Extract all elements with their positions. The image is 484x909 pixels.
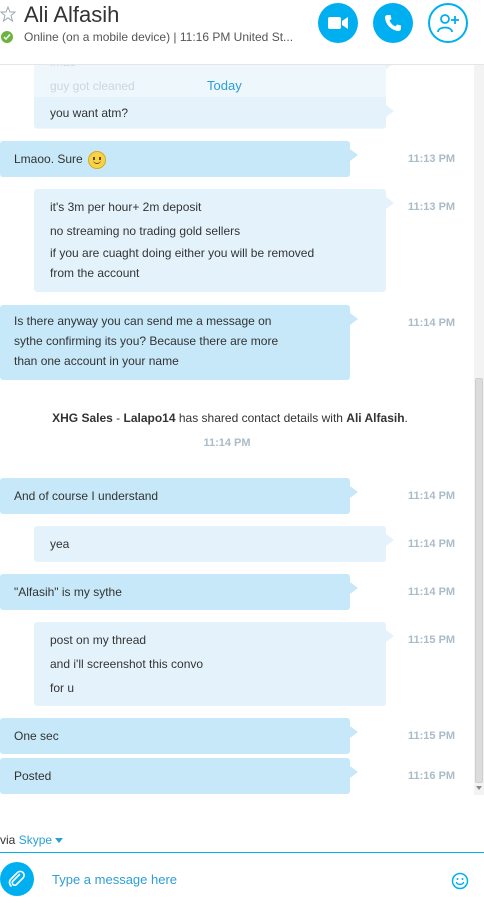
message-text: from the account	[50, 266, 140, 280]
message-text: Posted	[14, 769, 52, 783]
message-timestamp: 11:13 PM	[408, 201, 456, 213]
via-prefix: via	[0, 833, 19, 847]
message-text: And of course I understand	[14, 489, 159, 503]
emoticon-icon[interactable]	[451, 872, 469, 890]
message-text: Is there anyway you can send me a messag…	[14, 314, 272, 328]
message-bubble-incoming: Lmaoo. Sure	[0, 141, 358, 177]
smiley-icon	[88, 150, 107, 169]
notice-separator: -	[112, 411, 124, 425]
message-timestamp: 11:16 PM	[408, 770, 456, 782]
message-bubble-incoming: Is there anyway you can send me a messag…	[0, 305, 358, 380]
message-bubble-incoming: "Alfasih" is my sythe	[0, 574, 358, 610]
message-timestamp: 11:14 PM	[408, 317, 456, 329]
notice-target: Ali Alfasih	[346, 411, 405, 425]
message-timestamp: 11:14 PM	[408, 538, 456, 550]
scroll-down-arrow-icon[interactable]	[475, 783, 483, 793]
attach-button[interactable]	[0, 862, 34, 896]
notice-end: .	[404, 411, 408, 425]
message-text: you want atm?	[50, 106, 129, 120]
chat-scrollbar[interactable]	[474, 65, 484, 795]
notice-sender: XHG Sales	[52, 411, 113, 425]
message-bubble-incoming: Posted	[0, 758, 358, 794]
online-status-icon	[1, 31, 13, 43]
video-call-button[interactable]	[318, 3, 358, 43]
message-text: yea	[50, 537, 70, 551]
chevron-down-icon[interactable]	[55, 838, 64, 844]
contact-shared-notice: XHG Sales - Lalapo14 has shared contact …	[0, 411, 460, 425]
add-contact-icon	[437, 14, 459, 33]
message-bubble-outgoing: you want atm?	[34, 97, 394, 128]
message-text: Lmaoo. Sure	[14, 147, 336, 171]
composer-divider	[0, 852, 484, 853]
message-list[interactable]: lmao guy got cleaned Today you want atm?…	[0, 65, 474, 795]
message-bubble-outgoing: it's 3m per hour+ 2m deposit no streamin…	[34, 189, 394, 292]
add-participant-button[interactable]	[428, 3, 468, 43]
notice-timestamp: 11:14 PM	[203, 437, 251, 449]
message-text: sythe confirming its you? Because there …	[14, 334, 279, 348]
message-text: for u	[50, 681, 75, 695]
message-text: "Alfasih" is my sythe	[14, 585, 122, 599]
message-bubble-incoming: One sec	[0, 718, 358, 754]
contact-name[interactable]: Ali Alfasih	[24, 2, 119, 28]
notice-account: Lalapo14	[123, 411, 176, 425]
message-text: if you are cuaght doing either you will …	[50, 246, 315, 260]
send-via-selector: via Skype	[0, 833, 64, 847]
via-skype-link[interactable]: Skype	[19, 833, 52, 847]
message-timestamp: 11:14 PM	[408, 586, 456, 598]
message-bubble-outgoing: post on my thread and i'll screenshot th…	[34, 622, 394, 706]
conversation-header: Ali Alfasih Online (on a mobile device) …	[0, 0, 484, 65]
message-timestamp: 11:15 PM	[408, 634, 456, 646]
message-text: than one account in your name	[14, 354, 179, 368]
message-text: and i'll screenshot this convo	[50, 657, 204, 671]
message-timestamp: 11:13 PM	[408, 153, 456, 165]
date-separator: Today	[207, 78, 242, 93]
faded-message-line: guy got cleaned	[50, 79, 135, 93]
favorite-star-icon[interactable]	[0, 6, 16, 22]
message-text: post on my thread	[50, 633, 147, 647]
message-text: One sec	[14, 729, 59, 743]
contact-status: Online (on a mobile device) | 11:16 PM U…	[24, 30, 294, 44]
message-text: it's 3m per hour+ 2m deposit	[50, 200, 202, 214]
message-bubble-incoming: And of course I understand	[0, 478, 358, 514]
message-bubble-outgoing: yea	[34, 526, 394, 562]
faded-message-line: lmao	[50, 65, 76, 69]
message-timestamp: 11:15 PM	[408, 730, 456, 742]
paperclip-icon	[8, 870, 25, 887]
notice-text: has shared contact details with	[175, 411, 347, 425]
message-input[interactable]	[52, 866, 432, 892]
scrollbar-thumb[interactable]	[475, 378, 483, 783]
message-text: no streaming no trading gold sellers	[50, 224, 241, 238]
video-camera-icon	[328, 17, 348, 29]
phone-icon	[385, 15, 401, 31]
audio-call-button[interactable]	[373, 3, 413, 43]
message-timestamp: 11:14 PM	[408, 490, 456, 502]
